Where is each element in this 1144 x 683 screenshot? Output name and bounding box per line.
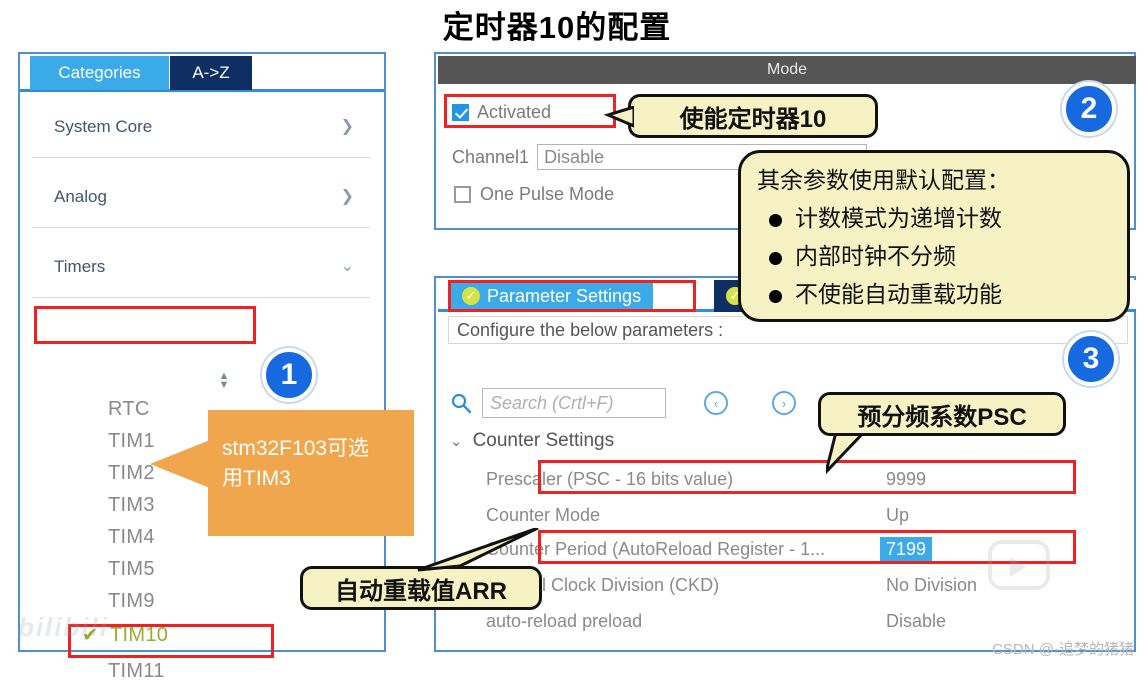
callout-bullet-list: 计数模式为递增计数 内部时钟不分频 不使能自动重载功能 <box>757 199 1113 313</box>
param-name: Internal Clock Division (CKD) <box>486 574 720 595</box>
csdn-watermark: CSDN @-追梦的猪猪 <box>992 641 1134 658</box>
category-system-core[interactable]: System Core ❯ <box>32 96 370 158</box>
callout-arr-tail <box>417 528 539 572</box>
step-badge-2: 2 <box>1062 82 1116 136</box>
chevron-right-icon: ❯ <box>340 187 354 205</box>
left-panel-tab-bar: Categories A->Z <box>20 54 384 92</box>
callout-bullet-item: 内部时钟不分频 <box>765 237 1113 275</box>
chevron-down-icon: ⌄ <box>450 433 463 450</box>
timer-item-tim4[interactable]: TIM4 <box>108 526 155 549</box>
callout-tim3-tail <box>150 440 210 488</box>
search-next-button[interactable]: › <box>772 391 796 415</box>
category-label: System Core <box>54 116 153 136</box>
step-badge-3: 3 <box>1064 332 1118 386</box>
timer-item-tim9[interactable]: TIM9 <box>108 590 155 613</box>
callout-enable-tail <box>604 106 634 128</box>
page-title-text: 定时器10的配置 <box>442 10 672 45</box>
param-name: auto-reload preload <box>486 610 643 631</box>
callout-text-line1: stm32F103可选 <box>222 437 370 460</box>
search-icon <box>450 392 472 414</box>
search-prev-button[interactable]: ‹ <box>704 391 728 415</box>
group-counter-settings[interactable]: ⌄ Counter Settings <box>450 430 614 452</box>
callout-heading: 其余参数使用默认配置： <box>757 167 1010 193</box>
search-row: Search (Crtl+F) ‹ › <box>450 388 796 418</box>
param-value[interactable]: Up <box>886 505 1066 526</box>
bilibili-tv-watermark <box>988 540 1050 590</box>
prescaler-highlight-box <box>538 460 1076 494</box>
chevron-right-icon: ❯ <box>340 117 354 135</box>
tab-categories[interactable]: Categories <box>30 56 169 90</box>
timer-item-tim3[interactable]: TIM3 <box>108 494 155 517</box>
callout-tim3: stm32F103可选 用TIM3 <box>208 410 414 536</box>
category-timers[interactable]: Timers ⌄ <box>32 236 370 298</box>
callout-text: 自动重载值ARR <box>335 577 507 605</box>
callout-bullet-item: 计数模式为递增计数 <box>765 199 1113 237</box>
bilibili-watermark: bilibili <box>18 612 110 642</box>
one-pulse-mode-row[interactable]: One Pulse Mode <box>454 184 614 205</box>
categories-panel: Categories A->Z System Core ❯ Analog ❯ T… <box>18 52 386 682</box>
activated-highlight-box <box>444 94 616 128</box>
category-label: Analog <box>54 186 107 206</box>
callout-enable-timer: 使能定时器10 <box>628 94 878 138</box>
callout-psc: 预分频系数PSC <box>818 392 1066 436</box>
page-title: 定时器10的配置 <box>0 2 1144 47</box>
callout-psc-tail <box>826 430 869 474</box>
timers-highlight-box <box>34 306 256 344</box>
timer-item-tim11[interactable]: TIM11 <box>108 660 165 683</box>
category-analog[interactable]: Analog ❯ <box>32 166 370 228</box>
group-title: Counter Settings <box>472 430 615 451</box>
chevron-down-icon: ⌄ <box>340 257 354 275</box>
param-row-autoreload-preload[interactable]: auto-reload preload Disable <box>486 606 1134 636</box>
timer-item-tim5[interactable]: TIM5 <box>108 558 155 581</box>
timer-item-tim2[interactable]: TIM2 <box>108 462 155 485</box>
search-input[interactable]: Search (Crtl+F) <box>482 388 666 418</box>
callout-text-line2: 用TIM3 <box>222 467 291 490</box>
mode-panel-header: Mode <box>438 56 1136 84</box>
one-pulse-mode-label: One Pulse Mode <box>480 184 615 204</box>
callout-text: 使能定时器10 <box>679 105 827 133</box>
param-value[interactable]: Disable <box>886 611 1066 632</box>
one-pulse-mode-checkbox[interactable] <box>454 186 471 203</box>
callout-default-params: 其余参数使用默认配置： 计数模式为递增计数 内部时钟不分频 不使能自动重载功能 <box>738 150 1130 322</box>
param-row-counter-mode[interactable]: Counter Mode Up <box>486 500 1134 530</box>
category-label: Timers <box>54 256 106 276</box>
step-badge-1: 1 <box>262 348 316 402</box>
scroll-up-icon[interactable]: ▲ ▼ <box>216 371 232 391</box>
timer-item-tim1[interactable]: TIM1 <box>108 430 155 453</box>
param-name: Counter Mode <box>486 504 601 525</box>
callout-bullet-item: 不使能自动重载功能 <box>765 275 1113 313</box>
channel1-label: Channel1 <box>452 146 530 167</box>
parameter-settings-highlight-box <box>448 280 696 312</box>
timer-item-rtc[interactable]: RTC <box>108 398 150 421</box>
tab-a-to-z[interactable]: A->Z <box>170 56 252 90</box>
callout-text: 预分频系数PSC <box>857 403 1027 431</box>
